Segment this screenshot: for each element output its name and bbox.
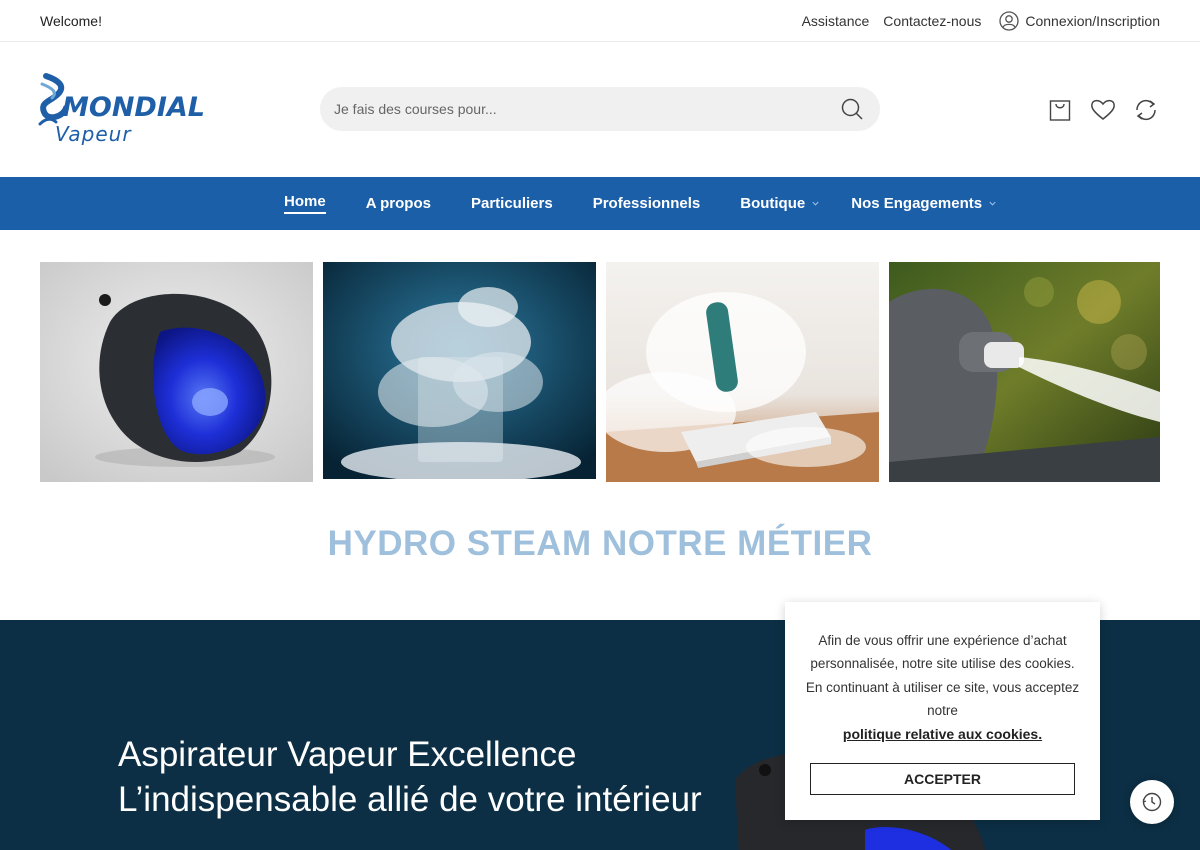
cookie-message-text: Afin de vous offrir une expérience d’ach…: [805, 633, 1080, 719]
nav-label: A propos: [365, 195, 431, 212]
top-links: Assistance Contactez-nous Connexion/Insc…: [788, 11, 1160, 31]
cookie-consent-dialog: Afin de vous offrir une expérience d’ach…: [785, 602, 1100, 820]
nav-label: Professionnels: [592, 195, 701, 212]
search-icon[interactable]: [840, 97, 864, 121]
top-bar: Welcome! Assistance Contactez-nous Conne…: [0, 0, 1200, 42]
chevron-down-icon: [989, 201, 996, 206]
nav-label: Nos Engagements: [851, 195, 983, 212]
logo-subtitle: Vapeur: [55, 122, 132, 146]
logo-brand: MONDIAL: [62, 92, 205, 123]
header-icons: [1046, 96, 1175, 124]
chevron-down-icon: [812, 201, 819, 206]
compare-button[interactable]: [1132, 96, 1160, 124]
welcome-text: Welcome!: [40, 13, 102, 29]
login-link[interactable]: Connexion/Inscription: [995, 11, 1160, 31]
shopping-bag-icon: [1049, 100, 1071, 121]
site-logo[interactable]: MONDIAL Vapeur: [38, 72, 213, 147]
dry-ice-glass-image[interactable]: [323, 262, 596, 479]
assistance-link[interactable]: Assistance: [802, 13, 870, 29]
cookie-message: Afin de vous offrir une expérience d’ach…: [805, 629, 1080, 746]
compare-icon: [1136, 99, 1156, 121]
site-header: MONDIAL Vapeur: [0, 42, 1200, 177]
nav-item-a-propos[interactable]: A propos: [366, 195, 431, 212]
nav-item-nos-engagements[interactable]: Nos Engagements: [851, 195, 997, 212]
search-bar: [320, 87, 880, 131]
steam-nozzle-image[interactable]: [889, 262, 1160, 482]
cookie-policy-link[interactable]: politique relative aux cookies.: [843, 726, 1042, 742]
hero-title-line2: L’indispensable allié de votre intérieur: [118, 780, 702, 819]
image-gallery: [40, 262, 1160, 482]
nav-item-particuliers[interactable]: Particuliers: [471, 195, 553, 212]
nav-item-boutique[interactable]: Boutique: [740, 195, 820, 212]
nav-label: Particuliers: [470, 195, 553, 212]
nav-item-home[interactable]: Home: [284, 193, 326, 214]
hero-title-line1: Aspirateur Vapeur Excellence: [118, 735, 577, 774]
login-label: Connexion/Inscription: [1025, 13, 1160, 29]
main-nav: Home A propos Particuliers Professionnel…: [0, 177, 1200, 230]
history-button[interactable]: [1130, 780, 1174, 824]
heart-icon: [1091, 99, 1115, 120]
history-icon: [1142, 792, 1162, 812]
accept-cookies-button[interactable]: ACCEPTER: [810, 763, 1075, 795]
steam-vacuum-image[interactable]: [40, 262, 313, 482]
user-icon: [999, 11, 1020, 31]
wishlist-button[interactable]: [1089, 96, 1117, 124]
nav-label: Boutique: [740, 195, 806, 212]
tagline: HYDRO STEAM NOTRE MÉTIER: [327, 524, 873, 563]
nav-label: Home: [284, 193, 326, 214]
steam-mop-image[interactable]: [606, 262, 879, 482]
cart-button[interactable]: [1046, 96, 1074, 124]
nav-item-professionnels[interactable]: Professionnels: [593, 195, 701, 212]
search-input[interactable]: [334, 87, 834, 131]
contact-link[interactable]: Contactez-nous: [883, 13, 981, 29]
